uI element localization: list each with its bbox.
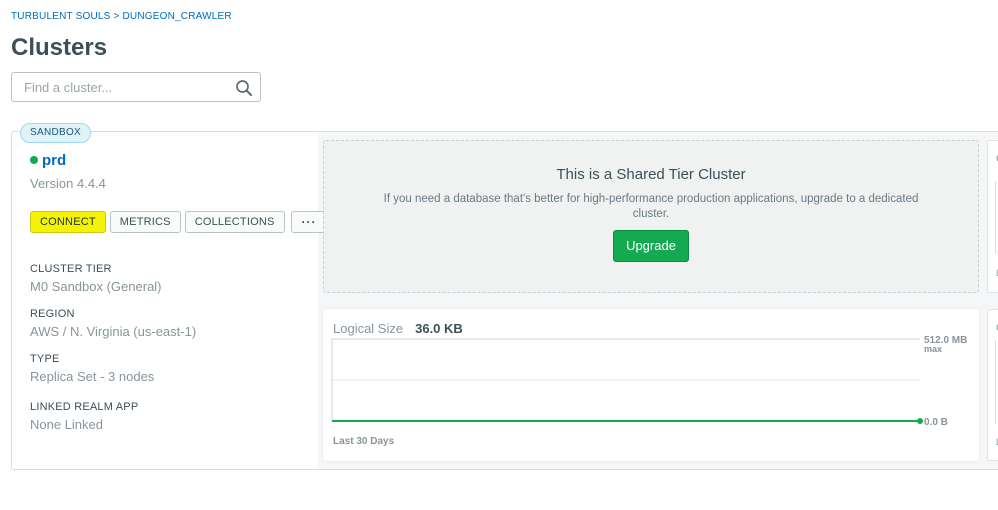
shared-tier-description: If you need a database that's better for… [383,193,919,220]
chart-min-label: 0.0 B [924,417,948,428]
connect-button[interactable]: CONNECT [30,211,106,233]
logical-size-label: Logical Size [333,321,404,336]
linked-realm-app-section: LINKED REALM APP None Linked [30,401,310,432]
search-icon[interactable] [235,79,253,97]
detail-label: CLUSTER TIER [30,263,112,275]
side-metric-card-bottom: C L [987,309,998,461]
breadcrumb-separator: > [110,11,123,22]
shared-tier-title: This is a Shared Tier Cluster [556,166,746,183]
cluster-tier-section: CLUSTER TIER M0 Sandbox (General) [30,263,310,294]
detail-value: M0 Sandbox (General) [30,279,162,294]
side-card-axis [995,181,996,253]
cluster-actions: CONNECT METRICS COLLECTIONS ··· [30,211,328,233]
side-card-axis [995,340,996,424]
shared-tier-notice: This is a Shared Tier Cluster If you nee… [323,140,979,293]
more-options-button[interactable]: ··· [290,211,328,233]
detail-label: REGION [30,308,75,320]
breadcrumb-org[interactable]: TURBULENT SOULS [11,11,111,22]
detail-value: AWS / N. Virginia (us-east-1) [30,324,197,339]
breadcrumb-project[interactable]: DUNGEON_CRAWLER [123,11,232,22]
status-dot-icon [30,156,38,164]
logical-size-card: 512.0 MB max 0.0 B Logical Size 36.0 KB L… [323,309,979,461]
cluster-summary: prd Version 4.4.4 [30,150,310,191]
metrics-button[interactable]: METRICS [109,211,181,233]
detail-label: LINKED REALM APP [30,401,139,413]
search-input[interactable] [12,73,222,101]
cluster-version: Version 4.4.4 [30,176,106,191]
side-metric-card-top: C L [987,140,998,293]
search-box [11,72,261,102]
region-section: REGION AWS / N. Virginia (us-east-1) [30,308,310,339]
logical-size-endpoint [917,418,923,424]
collections-button[interactable]: COLLECTIONS [184,211,285,233]
detail-label: TYPE [30,353,60,365]
detail-value: None Linked [30,417,103,432]
detail-value: Replica Set - 3 nodes [30,369,155,384]
logical-size-header: Logical Size 36.0 KB [333,321,463,336]
type-section: TYPE Replica Set - 3 nodes [30,353,310,384]
page-title: Clusters [11,34,108,61]
upgrade-button[interactable]: Upgrade [613,230,689,262]
breadcrumb: TURBULENT SOULS > DUNGEON_CRAWLER [11,11,232,22]
logical-size-value: 36.0 KB [415,321,463,336]
chart-time-range: Last 30 Days [333,436,395,447]
chart-max-sub-label: max [924,344,942,354]
cluster-name-link[interactable]: prd [42,152,66,169]
sandbox-badge: SANDBOX [20,123,92,143]
